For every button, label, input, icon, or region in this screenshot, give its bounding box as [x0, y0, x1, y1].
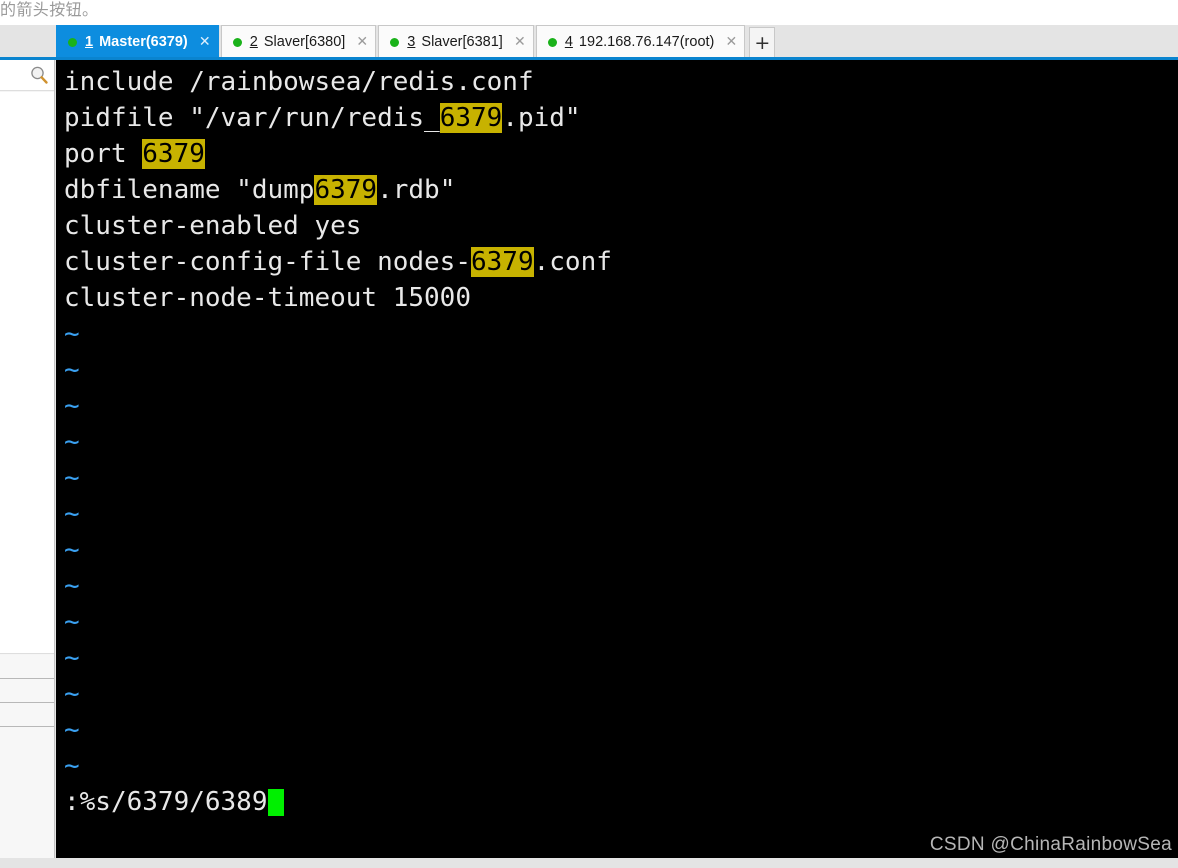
- tilde-icon: ~: [64, 571, 80, 601]
- sidebar-property-rows: [0, 655, 54, 860]
- tilde-icon: ~: [64, 715, 80, 745]
- tilde-icon: ~: [64, 355, 80, 385]
- vim-command-line[interactable]: :%s/6379/6389: [64, 784, 1178, 820]
- term-seg: include /rainbowsea/redis.conf: [64, 67, 534, 97]
- vim-command-text: :%s/6379/6389: [64, 787, 268, 817]
- tab-label: 1 Master(6379): [85, 26, 188, 59]
- tab-slaver-6380[interactable]: 2 Slaver[6380] ✕: [220, 25, 377, 59]
- term-seg: dbfilename "dump: [64, 175, 315, 205]
- tab-close-icon[interactable]: ✕: [355, 35, 369, 49]
- tilde-icon: ~: [64, 751, 80, 781]
- new-tab-button[interactable]: +: [749, 27, 776, 58]
- tilde-icon: ~: [64, 499, 80, 529]
- terminal-cursor: [267, 789, 284, 816]
- tilde-icon: ~: [64, 427, 80, 457]
- vim-empty-line: ~: [64, 532, 1178, 568]
- tilde-icon: ~: [64, 391, 80, 421]
- vim-empty-line: ~: [64, 568, 1178, 604]
- tab-label: 3 Slaver[6381]: [407, 26, 503, 59]
- terminal-content: include /rainbowsea/redis.conf pidfile "…: [64, 64, 1178, 858]
- tab-title: 192.168.76.147(root): [574, 33, 715, 50]
- tab-index: 1: [85, 33, 94, 50]
- term-seg: .conf: [533, 247, 612, 277]
- tab-title: Master(6379): [95, 33, 188, 50]
- tilde-icon: ~: [64, 463, 80, 493]
- terminal-line: cluster-enabled yes: [64, 208, 1178, 244]
- vim-empty-line: ~: [64, 604, 1178, 640]
- tab-index: 2: [249, 33, 258, 50]
- tab-bar-accent-line: [0, 57, 1178, 60]
- session-sidebar: [0, 58, 55, 868]
- sidebar-row[interactable]: [0, 679, 54, 703]
- sidebar-search-box[interactable]: [0, 58, 54, 91]
- tilde-icon: ~: [64, 607, 80, 637]
- background-page-strip: 的箭头按钮。: [0, 0, 1178, 25]
- tab-label: 2 Slaver[6380]: [250, 26, 346, 59]
- background-page-text: 的箭头按钮。: [0, 0, 99, 19]
- window-bottom-strip: [0, 858, 1178, 868]
- term-seg-highlight: 6379: [471, 247, 534, 277]
- sidebar-row[interactable]: [0, 703, 54, 727]
- tilde-icon: ~: [64, 535, 80, 565]
- tab-host-192-168-76-147[interactable]: 4 192.168.76.147(root) ✕: [535, 25, 746, 59]
- watermark: CSDN @ChinaRainbowSea: [929, 834, 1172, 855]
- tab-status-dot-icon: [547, 37, 557, 47]
- tilde-icon: ~: [64, 643, 80, 673]
- terminal-line: include /rainbowsea/redis.conf: [64, 64, 1178, 100]
- search-icon[interactable]: [29, 65, 49, 85]
- term-seg: cluster-enabled yes: [64, 211, 362, 241]
- terminal-line: port 6379: [64, 136, 1178, 172]
- tab-title: Slaver[6381]: [417, 33, 503, 50]
- terminal-line: pidfile "/var/run/redis_6379.pid": [64, 100, 1178, 136]
- term-seg: port: [64, 139, 143, 169]
- tab-close-icon[interactable]: ✕: [724, 35, 738, 49]
- term-seg: cluster-config-file nodes-: [64, 247, 471, 277]
- term-seg: .rdb": [377, 175, 456, 205]
- tab-close-icon[interactable]: ✕: [198, 35, 212, 49]
- tab-list: 1 Master(6379) ✕ 2 Slaver[6380] ✕ 3 Slav…: [56, 25, 776, 59]
- tab-master-6379[interactable]: 1 Master(6379) ✕: [56, 25, 219, 58]
- vim-empty-line: ~: [64, 388, 1178, 424]
- sidebar-empty-space: [0, 727, 54, 837]
- tab-label: 4 192.168.76.147(root): [565, 26, 715, 59]
- term-seg-highlight: 6379: [439, 103, 503, 133]
- tab-index: 4: [564, 33, 573, 50]
- term-seg: .pid": [502, 103, 581, 133]
- tab-slaver-6381[interactable]: 3 Slaver[6381] ✕: [378, 25, 534, 58]
- tab-index: 3: [407, 33, 416, 50]
- vim-empty-line: ~: [64, 352, 1178, 388]
- vim-empty-line: ~: [64, 640, 1178, 676]
- term-seg-highlight: 6379: [314, 175, 378, 205]
- vim-empty-line: ~: [64, 748, 1178, 784]
- terminal-line: dbfilename "dump6379.rdb": [64, 172, 1178, 208]
- terminal-line: cluster-node-timeout 15000: [64, 280, 1178, 316]
- vim-empty-line: ~: [64, 676, 1178, 712]
- vim-empty-line: ~: [64, 712, 1178, 748]
- tab-status-dot-icon: [232, 37, 242, 47]
- xshell-window: 的箭头按钮。 ⚲ ✕ 1 Master(6379) ✕ 2 Slaver[638…: [0, 0, 1178, 868]
- sidebar-row[interactable]: [0, 655, 54, 679]
- vim-empty-line: ~: [64, 460, 1178, 496]
- vim-empty-line: ~: [64, 496, 1178, 532]
- tilde-icon: ~: [64, 679, 80, 709]
- tab-close-icon[interactable]: ✕: [513, 35, 527, 49]
- vim-empty-lines: ~ ~ ~ ~ ~ ~ ~ ~ ~ ~ ~ ~ ~: [64, 316, 1178, 784]
- terminal-screen[interactable]: include /rainbowsea/redis.conf pidfile "…: [56, 60, 1178, 858]
- tab-status-dot-icon: [390, 37, 400, 47]
- term-seg: cluster-node-timeout 15000: [64, 283, 471, 313]
- terminal-line: cluster-config-file nodes-6379.conf: [64, 244, 1178, 280]
- term-seg-highlight: 6379: [142, 139, 205, 169]
- tab-status-dot-icon: [68, 37, 77, 47]
- vim-empty-line: ~: [64, 316, 1178, 352]
- term-seg: pidfile "/var/run/redis_: [64, 103, 440, 133]
- sidebar-session-tree[interactable]: [0, 92, 54, 654]
- tab-title: Slaver[6380]: [259, 33, 346, 50]
- vim-empty-line: ~: [64, 424, 1178, 460]
- tilde-icon: ~: [64, 319, 80, 349]
